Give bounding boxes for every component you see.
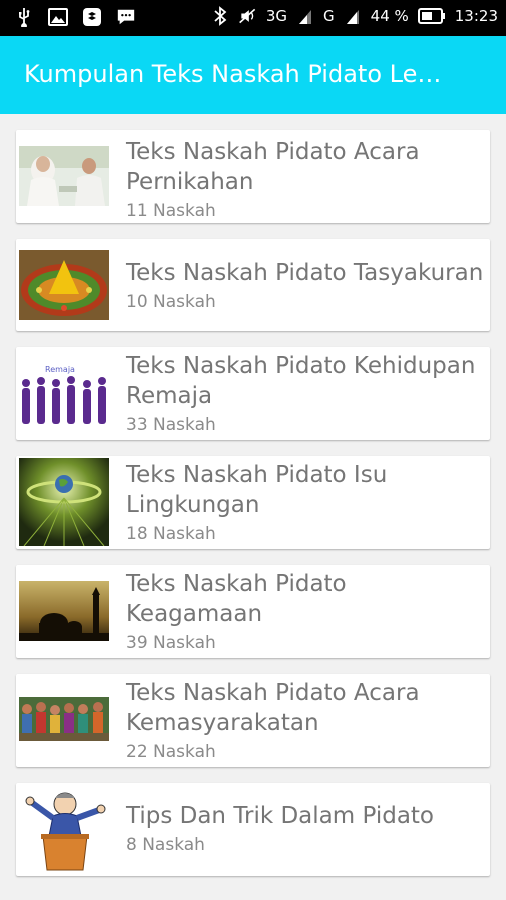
list-item-title: Teks Naskah Pidato Acara Kemasyarakatan [126, 680, 420, 736]
battery-percent: 44 % [370, 7, 409, 25]
list-item-tasyakuran[interactable]: Teks Naskah Pidato Tasyakuran 10 Naskah [16, 239, 490, 331]
list-item-text: Tips Dan Trik Dalam Pidato 8 Naskah [126, 801, 488, 857]
list-item-keagamaan[interactable]: Teks Naskah Pidato Keagamaan 39 Naskah [16, 565, 490, 658]
speaker-podium-image [19, 786, 109, 872]
image-icon [48, 7, 68, 27]
list-item-text: Teks Naskah Pidato Acara Kemasyarakatan … [126, 678, 488, 764]
teenagers-image: Remaja [19, 363, 109, 429]
mosque-sunset-image [19, 581, 109, 641]
mute-icon [238, 6, 258, 26]
clock: 13:23 [454, 7, 498, 25]
app-bar: Kumpulan Teks Naskah Pidato Le… [0, 36, 506, 114]
list-item-title: Teks Naskah Pidato Tasyakuran [126, 260, 484, 286]
list-item-text: Teks Naskah Pidato Isu Lingkungan 18 Nas… [126, 460, 488, 546]
app-title: Kumpulan Teks Naskah Pidato Le… [24, 60, 442, 88]
status-bar: 3G G 44 % 13:23 [0, 0, 506, 36]
network-type-label: 3G [265, 7, 288, 25]
list-item-count: 10 Naskah [126, 292, 216, 312]
usb-icon [14, 7, 34, 27]
list-item-count: 11 Naskah [126, 201, 216, 221]
list-item-count: 39 Naskah [126, 633, 216, 653]
tumpeng-image [19, 250, 109, 320]
list-item-kemasyarakatan[interactable]: Teks Naskah Pidato Acara Kemasyarakatan … [16, 674, 490, 767]
battery-icon [417, 6, 447, 26]
list-item-title: Tips Dan Trik Dalam Pidato [126, 803, 435, 829]
list-item-pernikahan[interactable]: Teks Naskah Pidato Acara Pernikahan 11 N… [16, 130, 490, 223]
list-item-remaja[interactable]: Remaja Teks Naskah Pidato Kehidupan Rema… [16, 347, 490, 440]
network-type-label-2: G [323, 7, 335, 25]
image-caption: Remaja [45, 365, 75, 374]
crowd-image [19, 697, 109, 741]
list-item-title: Teks Naskah Pidato Kehidupan Remaja [126, 353, 476, 409]
list-item-title: Teks Naskah Pidato Acara Pernikahan [126, 139, 420, 195]
list-item-text: Teks Naskah Pidato Kehidupan Remaja 33 N… [126, 351, 488, 437]
globe-environment-image [19, 458, 109, 546]
dropbox-icon [82, 7, 102, 27]
list-item-count: 33 Naskah [126, 415, 216, 435]
list-item-tips-trik[interactable]: Tips Dan Trik Dalam Pidato 8 Naskah [16, 783, 490, 876]
list-item-count: 18 Naskah [126, 524, 216, 544]
signal-icon [295, 6, 315, 26]
list-item-title: Teks Naskah Pidato Keagamaan [126, 571, 347, 627]
list-item-text: Teks Naskah Pidato Tasyakuran 10 Naskah [126, 258, 488, 314]
signal-icon-2 [343, 6, 363, 26]
list-item-count: 8 Naskah [126, 835, 205, 855]
list-item-count: 22 Naskah [126, 742, 216, 762]
list-item-text: Teks Naskah Pidato Acara Pernikahan 11 N… [126, 137, 488, 223]
list-item-title: Teks Naskah Pidato Isu Lingkungan [126, 462, 388, 518]
list-item-text: Teks Naskah Pidato Keagamaan 39 Naskah [126, 569, 488, 655]
wedding-image [19, 146, 109, 206]
bluetooth-icon [210, 6, 230, 26]
list-item-lingkungan[interactable]: Teks Naskah Pidato Isu Lingkungan 18 Nas… [16, 456, 490, 549]
chat-icon [116, 7, 136, 27]
